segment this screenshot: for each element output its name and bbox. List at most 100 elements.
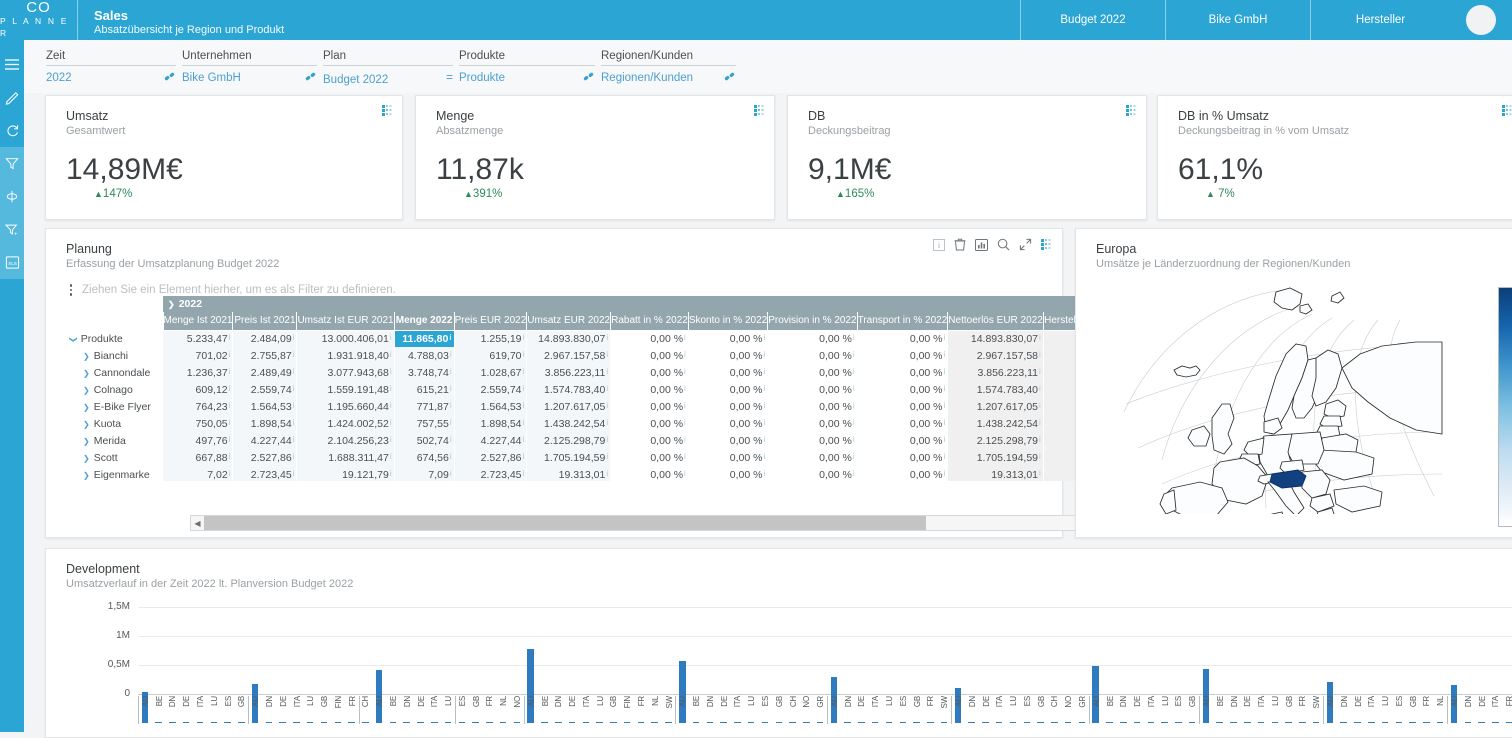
table-cell[interactable]: 2.125.298,79i bbox=[948, 432, 1044, 449]
table-cell[interactable]: 0,00 %i bbox=[857, 381, 948, 398]
table-cell[interactable]: 2.967.157,58i bbox=[948, 347, 1044, 364]
table-cell[interactable]: 0,00 %i bbox=[857, 330, 948, 347]
table-cell[interactable]: 2.527,86i bbox=[233, 449, 297, 466]
table-cell[interactable]: 1.705.194,59i bbox=[948, 449, 1044, 466]
column-header[interactable]: Preis EUR 2022 bbox=[454, 312, 527, 330]
table-cell[interactable]: 14.893.830,07i bbox=[527, 330, 611, 347]
horizontal-scrollbar[interactable]: ◀ ▶ bbox=[190, 515, 1106, 531]
table-cell[interactable]: 13.000.406,01i bbox=[297, 330, 394, 347]
table-cell[interactable]: 2.559,74i bbox=[233, 381, 297, 398]
row-header[interactable]: ❯Scott bbox=[66, 449, 163, 466]
europe-map[interactable] bbox=[1116, 284, 1446, 514]
chevron-right-icon[interactable]: ❯ bbox=[83, 471, 90, 480]
table-cell[interactable]: 2.559,74i bbox=[454, 381, 527, 398]
row-header[interactable]: ❯Merida bbox=[66, 432, 163, 449]
table-cell[interactable]: 4.788,03i bbox=[394, 347, 454, 364]
topbar-item-budget[interactable]: Budget 2022 bbox=[1020, 0, 1165, 40]
link-icon[interactable] bbox=[570, 70, 595, 86]
table-cell[interactable]: 19.313,01i bbox=[948, 466, 1044, 481]
drag-handle-icon[interactable] bbox=[66, 284, 76, 296]
table-cell[interactable]: 2.104.256,23i bbox=[297, 432, 394, 449]
row-header[interactable]: ❯Produkte bbox=[66, 330, 163, 347]
table-row[interactable]: ❯Bianchi701,02i2.755,87i1.931.918,40i4.7… bbox=[66, 347, 1083, 364]
chevron-right-icon[interactable]: ❯ bbox=[83, 352, 90, 361]
filter-unternehmen-value[interactable]: Bike GmbH bbox=[182, 72, 241, 84]
topbar-item-hersteller[interactable]: Hersteller bbox=[1310, 0, 1450, 40]
table-row[interactable]: ❯E-Bike Flyer764,23i1.564,53i1.195.660,4… bbox=[66, 398, 1083, 415]
table-cell[interactable]: 1.236,37i bbox=[163, 364, 233, 381]
table-cell[interactable]: 1.559.191,48i bbox=[297, 381, 394, 398]
table-cell[interactable]: 0,00 %i bbox=[768, 364, 857, 381]
column-header[interactable]: Transport in % 2022 bbox=[857, 312, 948, 330]
table-cell[interactable]: 0,00 %i bbox=[857, 449, 948, 466]
sidebar-item-filter[interactable] bbox=[0, 147, 24, 180]
column-header[interactable]: Rabatt in % 2022 bbox=[611, 312, 689, 330]
table-cell[interactable]: 0,00 %i bbox=[857, 466, 948, 481]
link-icon[interactable] bbox=[292, 70, 317, 86]
table-cell[interactable]: 0,00 %i bbox=[611, 415, 689, 432]
chevron-down-icon[interactable]: ❯ bbox=[69, 336, 78, 343]
table-cell[interactable]: 1.688.311,47i bbox=[297, 449, 394, 466]
filter-zeit-value[interactable]: 2022 bbox=[46, 72, 72, 84]
delete-icon[interactable] bbox=[954, 238, 966, 251]
row-header[interactable]: ❯Cannondale bbox=[66, 364, 163, 381]
table-cell[interactable]: 0,00 %i bbox=[768, 432, 857, 449]
search-icon[interactable] bbox=[997, 238, 1010, 251]
table-cell[interactable]: 1.207.617,05i bbox=[527, 398, 611, 415]
grid-icon[interactable] bbox=[382, 105, 393, 119]
table-cell[interactable]: 0,00 %i bbox=[611, 398, 689, 415]
table-cell[interactable]: 0,00 %i bbox=[611, 466, 689, 481]
table-cell[interactable]: 19.313,01i bbox=[527, 466, 611, 481]
table-cell[interactable]: 2.723,45i bbox=[454, 466, 527, 481]
chevron-right-icon[interactable]: ❯ bbox=[83, 454, 90, 463]
table-cell[interactable]: 3.856.223,11i bbox=[948, 364, 1044, 381]
table-cell[interactable]: 2.125.298,79i bbox=[527, 432, 611, 449]
table-cell[interactable]: 502,74i bbox=[394, 432, 454, 449]
sidebar-item-edit[interactable] bbox=[0, 81, 24, 114]
table-cell[interactable]: 0,00 %i bbox=[611, 449, 689, 466]
table-cell[interactable]: 1.574.783,40i bbox=[948, 381, 1044, 398]
table-cell[interactable]: 0,00 %i bbox=[768, 466, 857, 481]
table-cell[interactable]: 609,12i bbox=[163, 381, 233, 398]
table-cell[interactable]: 1.255,19i bbox=[454, 330, 527, 347]
table-cell[interactable]: 674,56i bbox=[394, 449, 454, 466]
table-cell[interactable]: 2.489,49i bbox=[233, 364, 297, 381]
table-cell[interactable]: 2.484,09i bbox=[233, 330, 297, 347]
table-cell[interactable]: 1.424.002,52i bbox=[297, 415, 394, 432]
table-cell[interactable]: 0,00 %i bbox=[688, 449, 767, 466]
table-cell[interactable]: 667,88i bbox=[163, 449, 233, 466]
expand-icon[interactable] bbox=[1019, 238, 1032, 251]
equals-icon[interactable]: = bbox=[446, 70, 453, 89]
table-cell[interactable]: 0,00 %i bbox=[857, 432, 948, 449]
table-cell[interactable]: 0,00 %i bbox=[688, 381, 767, 398]
table-cell[interactable]: 0,00 %i bbox=[688, 364, 767, 381]
table-cell[interactable]: 0,00 %i bbox=[688, 347, 767, 364]
table-cell[interactable]: 0,00 %i bbox=[611, 364, 689, 381]
table-cell[interactable]: 1.931.918,40i bbox=[297, 347, 394, 364]
link-icon[interactable] bbox=[711, 70, 736, 86]
table-cell[interactable]: 0,00 %i bbox=[688, 330, 767, 347]
table-cell[interactable]: 750,05i bbox=[163, 415, 233, 432]
table-cell[interactable]: 0,00 %i bbox=[688, 398, 767, 415]
table-cell[interactable]: 0,00 %i bbox=[768, 330, 857, 347]
column-header[interactable]: Umsatz Ist EUR 2021 bbox=[297, 312, 394, 330]
year-group-header[interactable]: ❯2022 bbox=[163, 296, 1083, 312]
row-header[interactable]: ❯Colnago bbox=[66, 381, 163, 398]
table-cell[interactable]: 0,00 %i bbox=[768, 347, 857, 364]
filter-dropzone[interactable]: Ziehen Sie ein Element hierher, um es al… bbox=[46, 272, 1062, 296]
sidebar-item-pivot[interactable] bbox=[0, 180, 24, 213]
grid-icon[interactable] bbox=[1041, 239, 1052, 250]
table-cell[interactable]: 764,23i bbox=[163, 398, 233, 415]
avatar-container[interactable] bbox=[1450, 0, 1512, 40]
filter-plan-value[interactable]: Budget 2022 bbox=[323, 74, 388, 86]
table-cell[interactable]: 2.755,87i bbox=[233, 347, 297, 364]
table-row[interactable]: ❯Kuota750,05i1.898,54i1.424.002,52i757,5… bbox=[66, 415, 1083, 432]
row-header[interactable]: ❯Bianchi bbox=[66, 347, 163, 364]
chevron-right-icon[interactable]: ❯ bbox=[83, 369, 90, 378]
topbar-item-company[interactable]: Bike GmbH bbox=[1165, 0, 1310, 40]
column-header[interactable]: Preis Ist 2021 bbox=[233, 312, 297, 330]
table-cell[interactable]: 4.227,44i bbox=[454, 432, 527, 449]
table-cell[interactable]: 2.967.157,58i bbox=[527, 347, 611, 364]
grid-icon[interactable] bbox=[1502, 105, 1512, 119]
row-header[interactable]: ❯Eigenmarke bbox=[66, 466, 163, 481]
